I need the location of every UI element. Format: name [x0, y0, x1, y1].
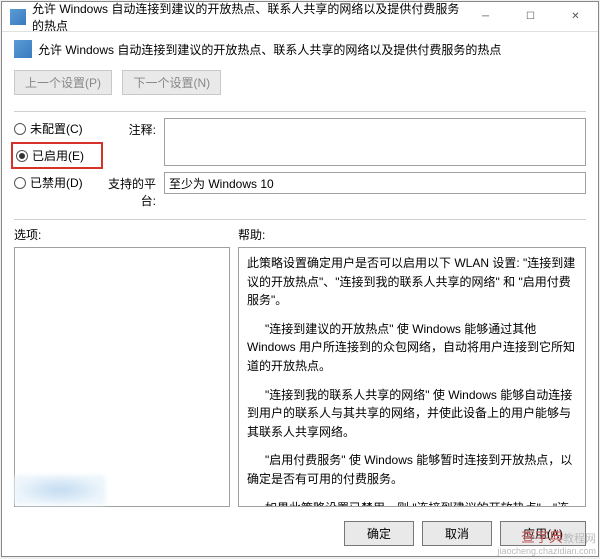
help-text: 此策略设置确定用户是否可以启用以下 WLAN 设置: "连接到建议的开放热点"、…	[247, 254, 577, 310]
panel-labels: 选项: 帮助:	[2, 226, 598, 247]
comment-textarea[interactable]	[164, 118, 586, 166]
radio-label: 已禁用(D)	[30, 174, 83, 191]
help-text: "连接到建议的开放热点" 使 Windows 能够通过其他 Windows 用户…	[247, 320, 577, 376]
watermark-text: 查字典	[521, 529, 563, 545]
radio-dot-icon	[14, 123, 26, 135]
watermark: 查字典教程网 jiaocheng.chazidian.com	[497, 530, 596, 557]
fields-block: 注释: 支持的平台: 至少为 Windows 10	[100, 118, 586, 209]
radio-dot-icon	[14, 177, 26, 189]
highlight-box: 已启用(E)	[11, 142, 103, 169]
comment-label: 注释:	[100, 118, 164, 138]
close-button[interactable]: ✕	[553, 2, 598, 32]
radio-label: 已启用(E)	[32, 147, 84, 164]
ok-button[interactable]: 确定	[344, 521, 414, 546]
state-radios: 未配置(C) 已启用(E) 已禁用(D)	[14, 118, 100, 209]
radio-disabled[interactable]: 已禁用(D)	[14, 174, 100, 191]
maximize-button[interactable]: ☐	[508, 2, 553, 32]
policy-header: 允许 Windows 自动连接到建议的开放热点、联系人共享的网络以及提供付费服务…	[2, 32, 598, 66]
radio-not-configured[interactable]: 未配置(C)	[14, 120, 100, 137]
options-panel[interactable]	[14, 247, 230, 507]
separator	[14, 111, 586, 112]
nav-button-row: 上一个设置(P) 下一个设置(N)	[2, 66, 598, 105]
help-text: "启用付费服务" 使 Windows 能够暂时连接到开放热点，以确定是否有可用的…	[247, 451, 577, 488]
help-panel[interactable]: 此策略设置确定用户是否可以启用以下 WLAN 设置: "连接到建议的开放热点"、…	[238, 247, 586, 507]
policy-title: 允许 Windows 自动连接到建议的开放热点、联系人共享的网络以及提供付费服务…	[38, 41, 501, 58]
previous-setting-button[interactable]: 上一个设置(P)	[14, 70, 112, 95]
watermark-url: jiaocheng.chazidian.com	[497, 546, 596, 556]
config-area: 未配置(C) 已启用(E) 已禁用(D) 注释: 支持的平台: 至少为 Wind…	[2, 118, 598, 213]
minimize-button[interactable]: ─	[463, 2, 508, 32]
titlebar: 允许 Windows 自动连接到建议的开放热点、联系人共享的网络以及提供付费服务…	[2, 2, 598, 32]
help-text: "连接到我的联系人共享的网络" 使 Windows 能够自动连接到用户的联系人与…	[247, 386, 577, 442]
separator	[14, 219, 586, 220]
decorative-blur	[14, 475, 106, 505]
window-controls: ─ ☐ ✕	[463, 2, 598, 32]
next-setting-button[interactable]: 下一个设置(N)	[122, 70, 221, 95]
policy-icon	[14, 40, 32, 58]
cancel-button[interactable]: 取消	[422, 521, 492, 546]
radio-dot-icon	[16, 150, 28, 162]
platform-label: 支持的平台:	[100, 172, 164, 209]
radio-enabled[interactable]: 已启用(E)	[16, 147, 98, 164]
window-title: 允许 Windows 自动连接到建议的开放热点、联系人共享的网络以及提供付费服务…	[32, 0, 463, 34]
app-icon	[10, 9, 26, 25]
policy-dialog: 允许 Windows 自动连接到建议的开放热点、联系人共享的网络以及提供付费服务…	[1, 1, 599, 557]
help-text: 如果此策略设置已禁用，则 "连接到建议的开放热点"、"连接到我的联系人共享的网络…	[247, 499, 577, 507]
help-label: 帮助:	[238, 226, 265, 243]
platform-field: 至少为 Windows 10	[164, 172, 586, 194]
radio-label: 未配置(C)	[30, 120, 83, 137]
options-label: 选项:	[14, 226, 238, 243]
watermark-text: 教程网	[563, 533, 596, 545]
